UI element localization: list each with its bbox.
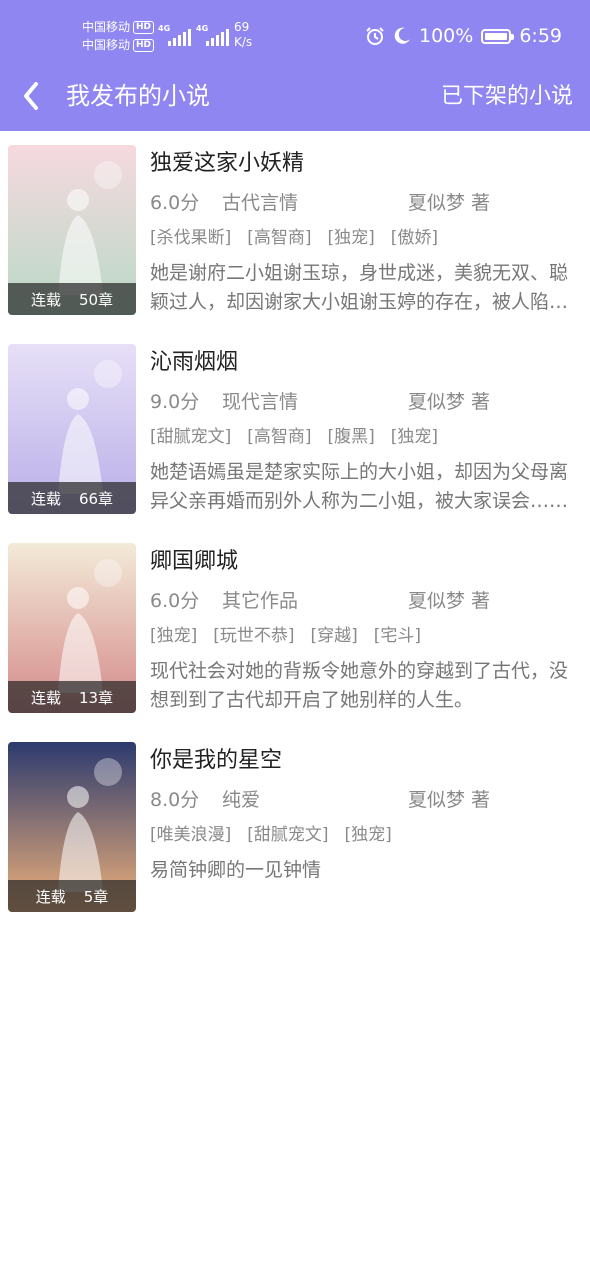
book-author: 夏似梦 著 [408, 192, 491, 214]
book-meta: 6.0分 其它作品 夏似梦 著 [150, 587, 570, 615]
speed-unit: K/s [234, 35, 253, 49]
book-tags: [唯美浪漫] [甜腻宠文] [独宠] [150, 822, 392, 848]
chapter-count: 13章 [78, 688, 114, 707]
book-description: 现代社会对她的背叛令她意外的穿越到了古代，没想到到了古代却开启了她别样的人生。 [150, 660, 569, 711]
book-author: 夏似梦 著 [408, 590, 491, 612]
carrier-info: 中国移动 HD 中国移动 HD [82, 18, 155, 54]
chapter-count: 5章 [83, 887, 109, 906]
tag: [甜腻宠文] [150, 427, 232, 447]
serial-status: 连载 [30, 290, 61, 309]
book-author: 夏似梦 著 [408, 789, 491, 811]
tag: [傲娇] [390, 228, 439, 248]
book-cover[interactable]: 连载 66章 [8, 344, 136, 514]
signal-strength-icon: 4G [158, 24, 191, 46]
list-item[interactable]: 连载 66章 沁雨烟烟 9.0分 现代言情 夏似梦 著 [甜腻宠文] [高智商]… [0, 330, 590, 516]
cover-status-strip: 连载 13章 [8, 681, 136, 713]
tag: [玩世不恭] [213, 626, 295, 646]
signal-strength-icon: 4G [196, 24, 229, 46]
book-score: 6.0分 [150, 192, 200, 214]
speed-value: 69 [234, 20, 250, 34]
page-title: 我发布的小说 [66, 82, 210, 110]
book-tags: [独宠] [玩世不恭] [穿越] [宅斗] [150, 623, 421, 649]
book-meta: 8.0分 纯爱 夏似梦 著 [150, 786, 570, 814]
cover-status-strip: 连载 50章 [8, 283, 136, 315]
chapter-count: 66章 [78, 489, 114, 508]
book-tags: [甜腻宠文] [高智商] [腹黑] [独宠] [150, 424, 438, 450]
status-right: 100% 6:59 [365, 25, 562, 47]
book-genre: 纯爱 [222, 789, 261, 811]
status-bar: 中国移动 HD 中国移动 HD 4G 4G 69 K/s 100% 6:59 [0, 0, 590, 70]
tag: [穿越] [310, 626, 358, 646]
signal-indicators: 4G 4G [158, 24, 229, 46]
list-item[interactable]: 连载 50章 独爱这家小妖精 6.0分 古代言情 夏似梦 著 [杀伐果断] [高… [0, 131, 590, 317]
network-speed: 69 K/s [234, 20, 252, 50]
tag: [高智商] [247, 228, 312, 248]
book-meta: 6.0分 古代言情 夏似梦 著 [150, 189, 570, 217]
chapter-count: 50章 [78, 290, 114, 309]
list-item[interactable]: 连载 13章 卿国卿城 6.0分 其它作品 夏似梦 著 [独宠] [玩世不恭] … [0, 529, 590, 715]
tag: [唯美浪漫] [150, 825, 232, 845]
app-header: 中国移动 HD 中国移动 HD 4G 4G 69 K/s 100% 6:59 我… [0, 0, 590, 131]
moon-icon [394, 27, 410, 44]
book-title[interactable]: 卿国卿城 [150, 547, 238, 577]
book-genre: 其它作品 [222, 590, 299, 612]
alarm-icon [366, 27, 384, 45]
book-title[interactable]: 独爱这家小妖精 [150, 149, 304, 179]
tag: [独宠] [327, 228, 375, 248]
hd-badge: HD [133, 38, 155, 52]
hd-badge: HD [133, 20, 155, 34]
chevron-left-icon [24, 82, 38, 110]
serial-status: 连载 [30, 489, 61, 508]
nav-bar: 我发布的小说 已下架的小说 [0, 70, 590, 131]
book-description: 她是谢府二小姐谢玉琼，身世成迷，美貌无双、聪颖过人，却因谢家大小姐谢玉婷的存在，… [150, 262, 569, 313]
list-item[interactable]: 连载 5章 你是我的星空 8.0分 纯爱 夏似梦 著 [唯美浪漫] [甜腻宠文]… [0, 728, 590, 914]
unlisted-novels-link[interactable]: 已下架的小说 [441, 82, 573, 112]
battery-icon [481, 28, 515, 44]
cover-status-strip: 连载 5章 [8, 880, 136, 912]
book-description: 易简钟卿的一见钟情 [150, 859, 322, 881]
serial-status: 连载 [35, 887, 66, 906]
book-score: 8.0分 [150, 789, 200, 811]
carrier-2-label: 中国移动 [82, 38, 131, 52]
book-genre: 现代言情 [222, 391, 299, 413]
book-cover[interactable]: 连载 5章 [8, 742, 136, 912]
tag: [腹黑] [327, 427, 375, 447]
tag: [独宠] [150, 626, 198, 646]
book-author: 夏似梦 著 [408, 391, 491, 413]
cover-status-strip: 连载 66章 [8, 482, 136, 514]
tag: [宅斗] [373, 626, 422, 646]
book-cover[interactable]: 连载 13章 [8, 543, 136, 713]
clock: 6:59 [519, 25, 562, 47]
book-cover[interactable]: 连载 50章 [8, 145, 136, 315]
book-title[interactable]: 沁雨烟烟 [150, 348, 238, 378]
book-score: 9.0分 [150, 391, 200, 413]
carrier-1-label: 中国移动 [82, 20, 131, 34]
tag: [独宠] [344, 825, 392, 845]
book-tags: [杀伐果断] [高智商] [独宠] [傲娇] [150, 225, 438, 251]
tag: [独宠] [390, 427, 439, 447]
book-meta: 9.0分 现代言情 夏似梦 著 [150, 388, 570, 416]
book-score: 6.0分 [150, 590, 200, 612]
book-title[interactable]: 你是我的星空 [150, 746, 282, 776]
book-description: 她楚语嫣虽是楚家实际上的大小姐，却因为父母离异父亲再婚而别外人称为二小姐，被大家… [150, 461, 569, 512]
back-button[interactable] [14, 78, 50, 114]
tag: [杀伐果断] [150, 228, 232, 248]
battery-percent: 100% [419, 25, 474, 47]
serial-status: 连载 [30, 688, 61, 707]
tag: [高智商] [247, 427, 312, 447]
book-genre: 古代言情 [222, 192, 299, 214]
tag: [甜腻宠文] [247, 825, 329, 845]
